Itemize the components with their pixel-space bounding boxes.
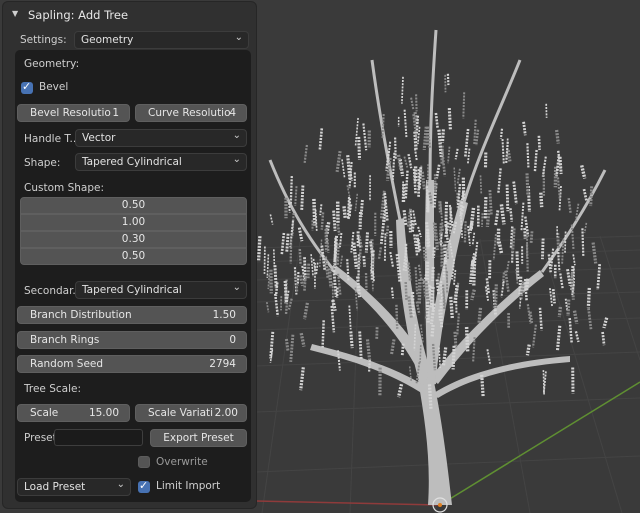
settings-dropdown[interactable]: Geometry ⌄ <box>74 31 249 49</box>
settings-value: Geometry <box>81 34 134 46</box>
geometry-heading: Geometry: <box>24 58 80 70</box>
branch-distribution-field[interactable]: Branch Distribution 1.50 <box>17 306 247 324</box>
scale-variation-value: 2.00 <box>214 407 238 419</box>
collapse-triangle-icon[interactable]: ▼ <box>12 9 18 18</box>
shape-label: Shape: <box>24 157 61 169</box>
overwrite-checkbox[interactable] <box>138 456 150 468</box>
scale-label: Scale <box>30 407 59 419</box>
random-seed-field[interactable]: Random Seed 2794 <box>17 355 247 373</box>
chevron-down-icon: ⌄ <box>232 130 241 141</box>
chevron-down-icon: ⌄ <box>232 282 241 293</box>
shape-value: Tapered Cylindrical <box>82 156 182 168</box>
leaf-strand <box>581 228 585 256</box>
branch-distribution-label: Branch Distribution <box>30 309 132 321</box>
scale-variation-field[interactable]: Scale Variati 2.00 <box>135 404 247 422</box>
shape-dropdown[interactable]: Tapered Cylindrical ⌄ <box>75 153 247 171</box>
custom-shape-value: 0.50 <box>121 250 146 262</box>
scale-variation-label: Scale Variati <box>148 407 214 419</box>
branch-rings-value: 0 <box>229 334 236 346</box>
bevel-resolution-field[interactable]: Bevel Resolutio 1 <box>17 104 130 122</box>
custom-shape-field-2[interactable]: 1.00 <box>20 214 247 231</box>
secondary-value: Tapered Cylindrical <box>82 284 182 296</box>
scale-field[interactable]: Scale 15.00 <box>17 404 130 422</box>
export-preset-label: Export Preset <box>163 432 234 444</box>
leaf-strand <box>383 233 387 262</box>
bevel-checkbox[interactable] <box>21 80 33 94</box>
leaf-strand <box>289 176 293 204</box>
leaf-strand <box>357 136 362 160</box>
overwrite-label: Overwrite <box>156 456 208 468</box>
curve-resolution-value: 4 <box>229 107 236 119</box>
sapling-operator-panel: ▼ Sapling: Add Tree Settings: Geometry ⌄… <box>3 2 256 508</box>
leaf-strand <box>273 265 278 289</box>
leaf-strand <box>525 244 529 272</box>
custom-shape-value: 0.30 <box>121 233 146 245</box>
preset-label: Preset <box>24 432 57 444</box>
secondary-shape-dropdown[interactable]: Tapered Cylindrical ⌄ <box>75 281 247 299</box>
panel-title: Sapling: Add Tree <box>28 8 129 22</box>
curve-resolution-field[interactable]: Curve Resolutio 4 <box>135 104 247 122</box>
leaf-strand <box>321 320 325 348</box>
branch-rings-label: Branch Rings <box>30 334 100 346</box>
leaf-strand <box>404 170 409 199</box>
bevel-resolution-label: Bevel Resolutio <box>30 107 111 119</box>
leaf-strand <box>461 177 466 201</box>
leaf-strand <box>570 272 575 300</box>
panel-header[interactable]: ▼ Sapling: Add Tree <box>3 2 256 28</box>
branch-rings-field[interactable]: Branch Rings 0 <box>17 331 247 349</box>
leaf-strand <box>515 251 520 280</box>
custom-shape-value: 0.50 <box>121 199 146 211</box>
custom-shape-field-3[interactable]: 0.30 <box>20 231 247 248</box>
load-preset-label: Load Preset <box>24 481 86 493</box>
chevron-down-icon: ⌄ <box>232 154 241 165</box>
leaf-strand <box>401 76 404 104</box>
tree-scale-heading: Tree Scale: <box>24 383 82 395</box>
chevron-down-icon: ⌄ <box>234 32 243 43</box>
handle-type-value: Vector <box>82 132 116 144</box>
leaf-strand <box>358 331 363 360</box>
random-seed-label: Random Seed <box>30 358 104 370</box>
custom-shape-field-1[interactable]: 0.50 <box>20 197 247 214</box>
leaf-strand <box>414 267 419 295</box>
branch-distribution-value: 1.50 <box>212 309 236 321</box>
handle-type-dropdown[interactable]: Vector ⌄ <box>75 129 247 147</box>
preset-name-input[interactable] <box>54 429 143 446</box>
limit-import-label: Limit Import <box>156 480 221 492</box>
custom-shape-value: 1.00 <box>121 216 146 228</box>
curve-resolution-label: Curve Resolutio <box>148 107 231 119</box>
load-preset-dropdown[interactable]: Load Preset ⌄ <box>17 478 131 496</box>
bevel-resolution-value: 1 <box>112 107 119 119</box>
scale-value: 15.00 <box>88 407 119 419</box>
secondary-label: Secondar... <box>24 285 83 297</box>
limit-import-checkbox[interactable] <box>138 479 150 493</box>
custom-shape-field-4[interactable]: 0.50 <box>20 248 247 265</box>
random-seed-value: 2794 <box>209 358 236 370</box>
handle-type-label: Handle T... <box>24 133 80 145</box>
leaf-strand <box>312 198 317 226</box>
settings-label: Settings: <box>20 34 67 46</box>
custom-shape-heading: Custom Shape: <box>24 182 104 194</box>
leaf-strand <box>439 299 444 328</box>
bevel-label: Bevel <box>39 81 69 93</box>
leaf-strand <box>505 184 510 212</box>
export-preset-button[interactable]: Export Preset <box>150 429 247 447</box>
chevron-down-icon: ⌄ <box>116 479 125 490</box>
